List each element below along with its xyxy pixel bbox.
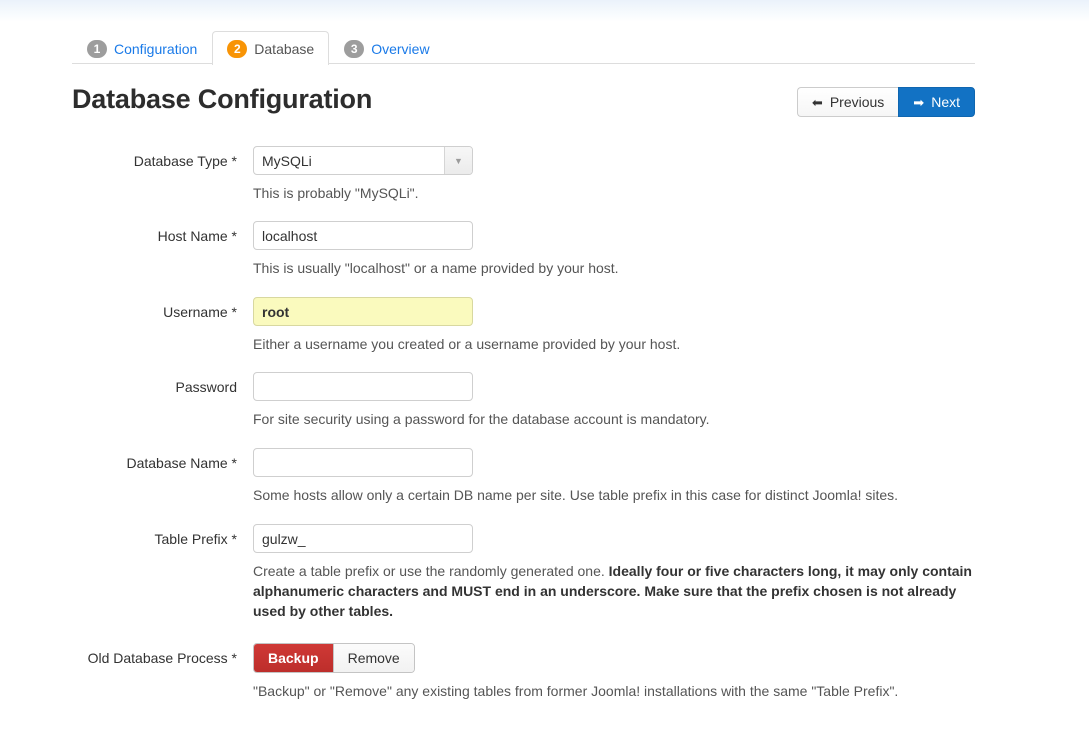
field-row-database-name: Database Name * Some hosts allow only a … (0, 448, 1089, 505)
help-table-prefix: Create a table prefix or use the randoml… (253, 553, 1089, 621)
help-table-prefix-plain: Create a table prefix or use the randoml… (253, 563, 609, 579)
chevron-down-icon: ▼ (444, 147, 472, 174)
remove-button[interactable]: Remove (333, 644, 414, 672)
help-database-type: This is probably "MySQLi". (253, 175, 1089, 203)
control-host-name (253, 221, 473, 250)
field-row-password: Password For site security using a passw… (0, 372, 1089, 429)
previous-button[interactable]: ⬅ Previous (797, 87, 898, 117)
next-button-label: Next (931, 95, 960, 109)
field-row-database-type: Database Type * MySQLi ▼ This is probabl… (0, 146, 1089, 203)
tab-configuration[interactable]: 1 Configuration (72, 31, 212, 65)
tab-label-overview: Overview (371, 42, 429, 56)
database-name-input[interactable] (253, 448, 473, 477)
step-number-badge-3: 3 (344, 40, 364, 58)
label-database-type: Database Type * (0, 153, 245, 169)
control-database-type: MySQLi ▼ (253, 146, 473, 175)
label-password: Password (0, 379, 245, 395)
arrow-right-icon: ➡ (913, 96, 924, 109)
label-username: Username * (0, 304, 245, 320)
wizard-tabs: 1 Configuration 2 Database 3 Overview (72, 28, 975, 64)
wizard-tab-bar: 1 Configuration 2 Database 3 Overview (72, 28, 975, 64)
label-table-prefix: Table Prefix * (0, 531, 245, 547)
control-table-prefix (253, 524, 473, 553)
field-row-username: Username * Either a username you created… (0, 297, 1089, 354)
database-type-selected-value: MySQLi (254, 147, 444, 174)
previous-button-label: Previous (830, 95, 884, 109)
control-username (253, 297, 473, 326)
help-old-database-process: "Backup" or "Remove" any existing tables… (253, 673, 1089, 701)
database-type-select[interactable]: MySQLi ▼ (253, 146, 473, 175)
control-database-name (253, 448, 473, 477)
tab-database[interactable]: 2 Database (212, 31, 329, 65)
label-database-name: Database Name * (0, 455, 245, 471)
next-button[interactable]: ➡ Next (898, 87, 975, 117)
old-database-process-button-group: Backup Remove (253, 643, 415, 673)
wizard-nav-buttons: ⬅ Previous ➡ Next (797, 87, 975, 117)
step-number-badge-2: 2 (227, 40, 247, 58)
field-row-table-prefix: Table Prefix * Create a table prefix or … (0, 524, 1089, 621)
database-configuration-form: Database Type * MySQLi ▼ This is probabl… (0, 146, 1089, 701)
label-old-database-process: Old Database Process * (0, 650, 245, 666)
backup-button[interactable]: Backup (254, 644, 333, 672)
field-row-old-database-process: Old Database Process * Backup Remove "Ba… (0, 643, 1089, 701)
table-prefix-input[interactable] (253, 524, 473, 553)
help-username: Either a username you created or a usern… (253, 326, 1089, 354)
tab-label-configuration: Configuration (114, 42, 197, 56)
host-name-input[interactable] (253, 221, 473, 250)
help-database-name: Some hosts allow only a certain DB name … (253, 477, 1089, 505)
username-input[interactable] (253, 297, 473, 326)
tab-overview[interactable]: 3 Overview (329, 31, 444, 65)
control-old-database-process: Backup Remove (253, 643, 415, 673)
label-host-name: Host Name * (0, 228, 245, 244)
arrow-left-icon: ⬅ (812, 96, 823, 109)
password-input[interactable] (253, 372, 473, 401)
step-number-badge-1: 1 (87, 40, 107, 58)
field-row-host-name: Host Name * This is usually "localhost" … (0, 221, 1089, 278)
help-password: For site security using a password for t… (253, 401, 1089, 429)
installation-page: 1 Configuration 2 Database 3 Overview Da… (0, 0, 1089, 744)
help-host-name: This is usually "localhost" or a name pr… (253, 250, 1089, 278)
page-header: Database Configuration ⬅ Previous ➡ Next (72, 82, 975, 124)
control-password (253, 372, 473, 401)
page-title: Database Configuration (72, 84, 372, 115)
tab-label-database: Database (254, 42, 314, 56)
